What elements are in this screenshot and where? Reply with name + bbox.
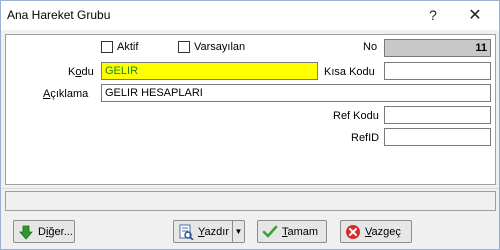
- checkmark-icon: [262, 224, 278, 240]
- close-button[interactable]: ✕: [453, 1, 497, 30]
- refid-label: RefID: [351, 132, 380, 144]
- window-title: Ana Hareket Grubu: [7, 8, 111, 22]
- aktif-label: Aktif: [117, 41, 139, 53]
- print-preview-icon: [178, 224, 194, 241]
- tamam-label: Tamam: [282, 225, 319, 238]
- yazdir-label: Yazdır: [198, 225, 229, 238]
- form-panel: Aktif Varsayılan No 11 Kodu GELIR Kısa K…: [5, 34, 496, 185]
- kisa-kodu-label: Kısa Kodu: [324, 66, 375, 78]
- kisa-kodu-input[interactable]: [384, 62, 491, 80]
- kodu-label: Kodu: [68, 66, 94, 78]
- ref-kodu-input[interactable]: [384, 106, 491, 124]
- divider: [1, 188, 499, 189]
- tamam-button[interactable]: Tamam: [257, 220, 327, 243]
- aciklama-input[interactable]: GELIR HESAPLARI: [101, 84, 491, 102]
- dialog-window: Ana Hareket Grubu ? ✕ Aktif Varsayılan N…: [0, 0, 500, 250]
- aktif-checkbox[interactable]: [101, 41, 113, 53]
- yazdir-button[interactable]: Yazdır ▼: [173, 220, 245, 243]
- kodu-input[interactable]: GELIR: [101, 62, 318, 80]
- varsayilan-checkbox[interactable]: [178, 41, 190, 53]
- chevron-down-icon[interactable]: ▼: [232, 221, 244, 242]
- vazgec-label: Vazgeç: [365, 225, 401, 238]
- status-bar: [5, 191, 496, 211]
- ref-kodu-label: Ref Kodu: [333, 110, 379, 122]
- varsayilan-label: Varsayılan: [194, 41, 246, 53]
- no-label: No: [363, 41, 378, 53]
- arrow-down-icon: [18, 224, 34, 240]
- help-button[interactable]: ?: [411, 1, 455, 30]
- cancel-icon: [345, 224, 361, 240]
- title-bar: Ana Hareket Grubu ? ✕: [1, 1, 499, 30]
- vazgec-button[interactable]: Vazgeç: [340, 220, 412, 243]
- refid-input[interactable]: [384, 128, 491, 146]
- diger-label: Diğer...: [38, 225, 73, 238]
- no-field: 11: [384, 39, 491, 57]
- aciklama-label: Açıklama: [43, 88, 89, 100]
- diger-button[interactable]: Diğer...: [13, 220, 75, 243]
